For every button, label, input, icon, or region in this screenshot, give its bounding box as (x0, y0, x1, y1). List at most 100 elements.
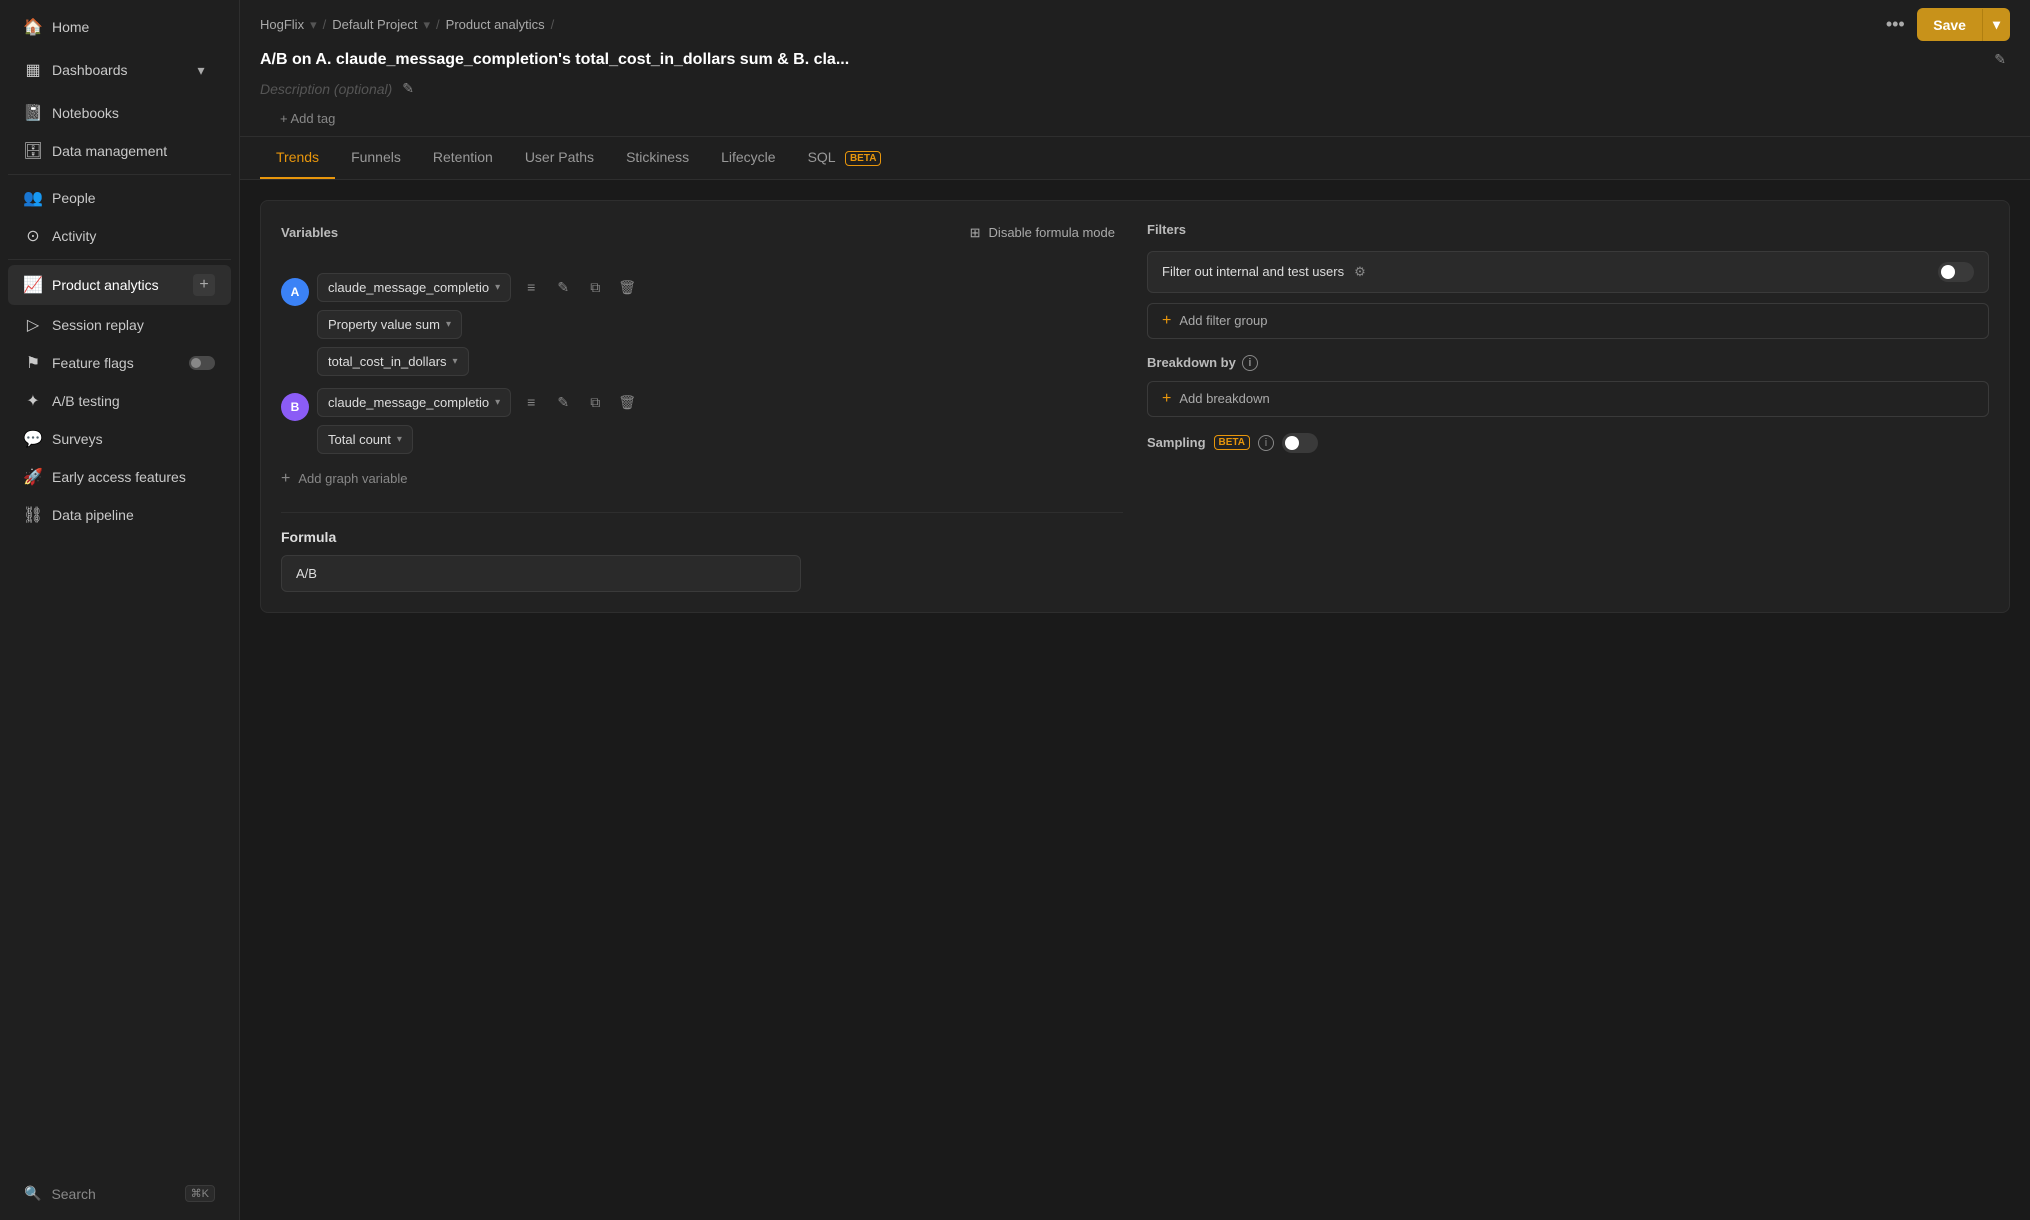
save-button-group: Save ▾ (1917, 8, 2010, 41)
breadcrumb-sep-2: ▾ (424, 17, 431, 33)
main-panel: Variables ⊞ Disable formula mode A (260, 200, 2010, 613)
breakdown-info-icon[interactable]: i (1242, 355, 1258, 371)
variable-a-aggregation-row: Property value sum ▾ (317, 310, 1123, 339)
sidebar-divider (8, 174, 231, 175)
description-edit-icon[interactable]: ✎ (398, 76, 418, 101)
sampling-info-icon[interactable]: i (1258, 435, 1274, 451)
variable-a-delete-button[interactable]: 🗑 (613, 273, 641, 301)
sidebar-item-label: People (52, 190, 215, 206)
tab-funnels[interactable]: Funnels (335, 137, 417, 179)
sidebar-item-dashboards[interactable]: ▦ Dashboards ▾ (8, 47, 231, 93)
breadcrumb-analytics[interactable]: Product analytics (446, 17, 545, 32)
filter-internal-toggle[interactable] (1938, 262, 1974, 282)
formula-mode-button[interactable]: ⊞ Disable formula mode (962, 221, 1123, 245)
variable-a-agg-caret: ▾ (446, 319, 451, 330)
filter-internal-users-row: Filter out internal and test users ⚙ (1147, 251, 1989, 293)
sql-beta-badge: BETA (845, 151, 881, 166)
tab-user-paths[interactable]: User Paths (509, 137, 610, 179)
variable-b-aggregation-label: Total count (328, 432, 391, 447)
filter-settings-icon[interactable]: ⚙ (1354, 264, 1366, 280)
sidebar-item-ab-testing[interactable]: ✦ A/B testing (8, 383, 231, 419)
sidebar-item-early-access[interactable]: 🚀 Early access features (8, 459, 231, 495)
title-edit-icon[interactable]: ✎ (1990, 47, 2010, 72)
filters-header: Filters (1147, 221, 1989, 237)
variable-b-copy-button[interactable]: ⧉ (581, 388, 609, 416)
variable-a-event-dropdown[interactable]: claude_message_completio ▾ (317, 273, 511, 302)
sidebar: 🏠 Home ▦ Dashboards ▾ 📓 Notebooks 🗄 Data… (0, 0, 240, 1220)
variable-a-edit-button[interactable]: ✎ (549, 273, 577, 301)
variable-b-action-buttons: ≡ ✎ ⧉ 🗑 (517, 388, 641, 416)
add-graph-variable-button[interactable]: + Add graph variable (281, 466, 1123, 492)
tab-lifecycle[interactable]: Lifecycle (705, 137, 791, 179)
formula-icon: ⊞ (970, 225, 981, 241)
variable-a-action-buttons: ≡ ✎ ⧉ 🗑 (517, 273, 641, 301)
sampling-toggle[interactable] (1282, 433, 1318, 453)
save-button[interactable]: Save (1917, 9, 1983, 41)
formula-section: Formula A/B (281, 512, 1123, 592)
formula-input[interactable]: A/B (281, 555, 801, 592)
product-analytics-icon: 📈 (24, 276, 42, 294)
variable-b-edit-button[interactable]: ✎ (549, 388, 577, 416)
sidebar-item-label: Feature flags (52, 355, 179, 371)
add-filter-group-button[interactable]: + Add filter group (1147, 303, 1989, 339)
add-breakdown-label: Add breakdown (1179, 391, 1269, 406)
sampling-row: Sampling BETA i (1147, 433, 1989, 453)
variable-a-controls: claude_message_completio ▾ ≡ ✎ ⧉ 🗑 (317, 273, 1123, 376)
variable-b-aggregation-dropdown[interactable]: Total count ▾ (317, 425, 413, 454)
page-title: A/B on A. claude_message_completion's to… (260, 51, 1982, 69)
variable-a-event-name: claude_message_completio (328, 280, 489, 295)
save-dropdown-button[interactable]: ▾ (1983, 8, 2010, 41)
breadcrumb-project[interactable]: Default Project (332, 17, 417, 32)
more-options-button[interactable]: ••• (1879, 9, 1911, 41)
variable-b-filter-button[interactable]: ≡ (517, 388, 545, 416)
variable-a-aggregation-dropdown[interactable]: Property value sum ▾ (317, 310, 462, 339)
main-content: HogFlix ▾ / Default Project ▾ / Product … (240, 0, 2030, 1220)
sidebar-item-data-management[interactable]: 🗄 Data management (8, 133, 231, 169)
variable-a-top-row: claude_message_completio ▾ ≡ ✎ ⧉ 🗑 (317, 273, 1123, 302)
description-text: Description (optional) (260, 81, 392, 97)
ab-testing-icon: ✦ (24, 392, 42, 410)
variable-a-filter-button[interactable]: ≡ (517, 273, 545, 301)
sampling-beta-badge: BETA (1214, 435, 1250, 450)
sidebar-item-label: Activity (52, 228, 215, 244)
formula-title: Formula (281, 529, 1123, 545)
breakdown-by-section: Breakdown by i (1147, 355, 1989, 371)
activity-icon: ⊙ (24, 227, 42, 245)
sidebar-item-surveys[interactable]: 💬 Surveys (8, 421, 231, 457)
sidebar-item-notebooks[interactable]: 📓 Notebooks (8, 95, 231, 131)
tab-stickiness[interactable]: Stickiness (610, 137, 705, 179)
feature-flags-icon: ⚑ (24, 354, 42, 372)
feature-flags-switch[interactable] (189, 356, 215, 370)
variable-a-letter: A (291, 285, 300, 299)
sidebar-item-product-analytics[interactable]: 📈 Product analytics + (8, 265, 231, 305)
sidebar-item-feature-flags[interactable]: ⚑ Feature flags (8, 345, 231, 381)
variable-a-property-row: total_cost_in_dollars ▾ (317, 347, 1123, 376)
variable-b-delete-button[interactable]: 🗑 (613, 388, 641, 416)
dashboards-icon: ▦ (24, 61, 42, 79)
sidebar-item-activity[interactable]: ⊙ Activity (8, 218, 231, 254)
add-breakdown-button[interactable]: + Add breakdown (1147, 381, 1989, 417)
sampling-label: Sampling (1147, 435, 1206, 450)
sidebar-item-people[interactable]: 👥 People (8, 180, 231, 216)
sidebar-item-label: Early access features (52, 469, 215, 485)
dashboards-toggle[interactable]: ▾ (187, 56, 215, 84)
home-icon: 🏠 (24, 18, 42, 36)
add-breakdown-plus-icon: + (1162, 390, 1171, 408)
sidebar-item-data-pipeline[interactable]: ⛓ Data pipeline (8, 497, 231, 533)
sidebar-item-home[interactable]: 🏠 Home (8, 9, 231, 45)
breadcrumb-org[interactable]: HogFlix (260, 17, 304, 32)
variable-a-event-caret: ▾ (495, 282, 500, 293)
variable-a-property-label: total_cost_in_dollars (328, 354, 447, 369)
variable-a-property-dropdown[interactable]: total_cost_in_dollars ▾ (317, 347, 469, 376)
product-analytics-plus-button[interactable]: + (193, 274, 215, 296)
tab-trends[interactable]: Trends (260, 137, 335, 179)
search-bar[interactable]: 🔍 Search ⌘K (8, 1176, 231, 1211)
tab-retention[interactable]: Retention (417, 137, 509, 179)
tabs-bar: Trends Funnels Retention User Paths Stic… (240, 137, 2030, 180)
add-tag-button[interactable]: + Add tag (260, 107, 2010, 130)
variable-b-event-dropdown[interactable]: claude_message_completio ▾ (317, 388, 511, 417)
tab-sql[interactable]: SQL BETA (792, 137, 898, 180)
sidebar-item-session-replay[interactable]: ▷ Session replay (8, 307, 231, 343)
variable-a-copy-button[interactable]: ⧉ (581, 273, 609, 301)
tab-sql-label: SQL (808, 149, 836, 165)
